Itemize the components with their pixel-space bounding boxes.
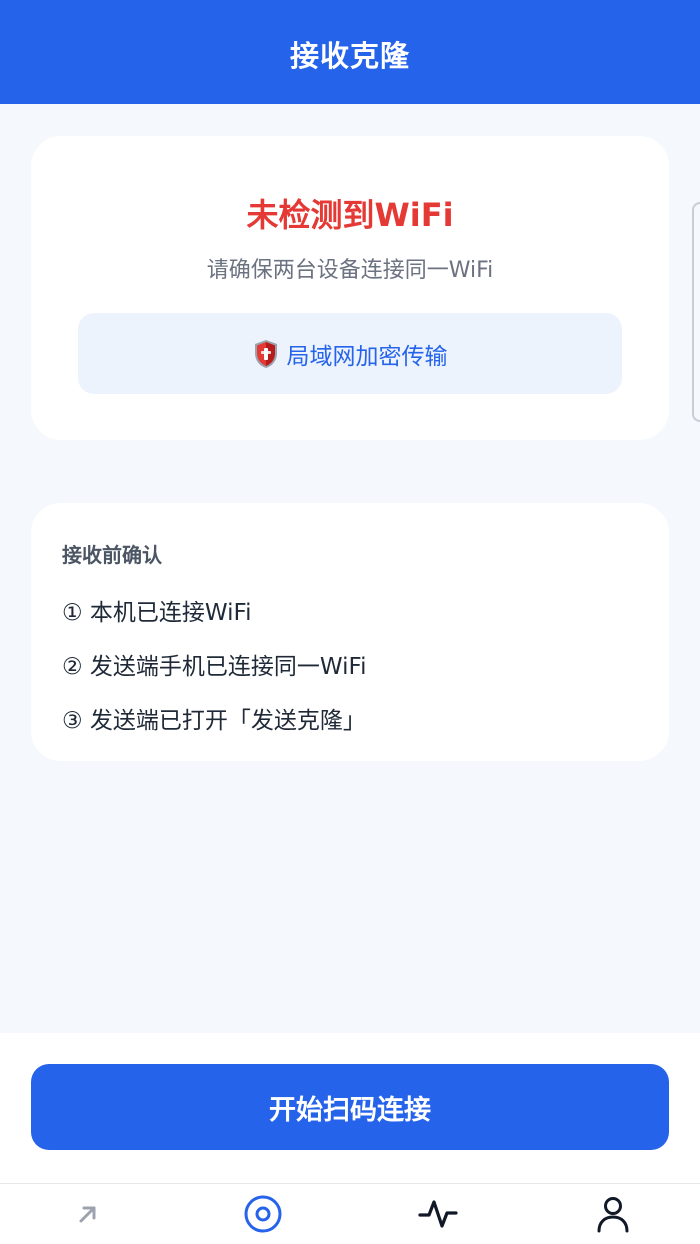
bottom-action-area: 开始扫码连接	[0, 1033, 700, 1183]
page-title: 接收克隆	[289, 39, 410, 73]
wifi-status-card: 未检测到WiFi 请确保两台设备连接同一WiFi 局域网加密传输	[31, 136, 669, 440]
confirm-item: ③ 发送端已打开「发送克隆」	[62, 708, 366, 734]
top-app-bar: 接收克隆	[0, 0, 700, 104]
side-drawer-handle[interactable]	[692, 202, 700, 422]
activity-pulse-icon	[417, 1196, 458, 1232]
start-scan-connect-button[interactable]: 开始扫码连接	[31, 1064, 669, 1150]
user-icon	[595, 1195, 631, 1233]
tab-profile[interactable]	[525, 1184, 700, 1244]
wifi-status-subtitle: 请确保两台设备连接同一WiFi	[206, 258, 494, 283]
bottom-tab-bar	[0, 1183, 700, 1244]
arrow-up-right-icon	[73, 1199, 103, 1229]
shield-icon	[253, 339, 279, 369]
confirm-item: ① 本机已连接WiFi	[62, 600, 252, 626]
target-circle-icon	[243, 1194, 283, 1234]
confirm-checklist-card: 接收前确认 ① 本机已连接WiFi ② 发送端手机已连接同一WiFi ③ 发送端…	[31, 503, 669, 761]
confirm-item: ② 发送端手机已连接同一WiFi	[62, 654, 367, 680]
lan-encryption-banner: 局域网加密传输	[78, 313, 622, 394]
wifi-status-title: 未检测到WiFi	[246, 196, 454, 234]
tab-activity[interactable]	[350, 1184, 525, 1244]
tab-receive[interactable]	[175, 1184, 350, 1244]
confirm-heading: 接收前确认	[62, 543, 162, 567]
lan-encryption-label: 局域网加密传输	[286, 343, 448, 370]
tab-send[interactable]	[0, 1184, 175, 1244]
